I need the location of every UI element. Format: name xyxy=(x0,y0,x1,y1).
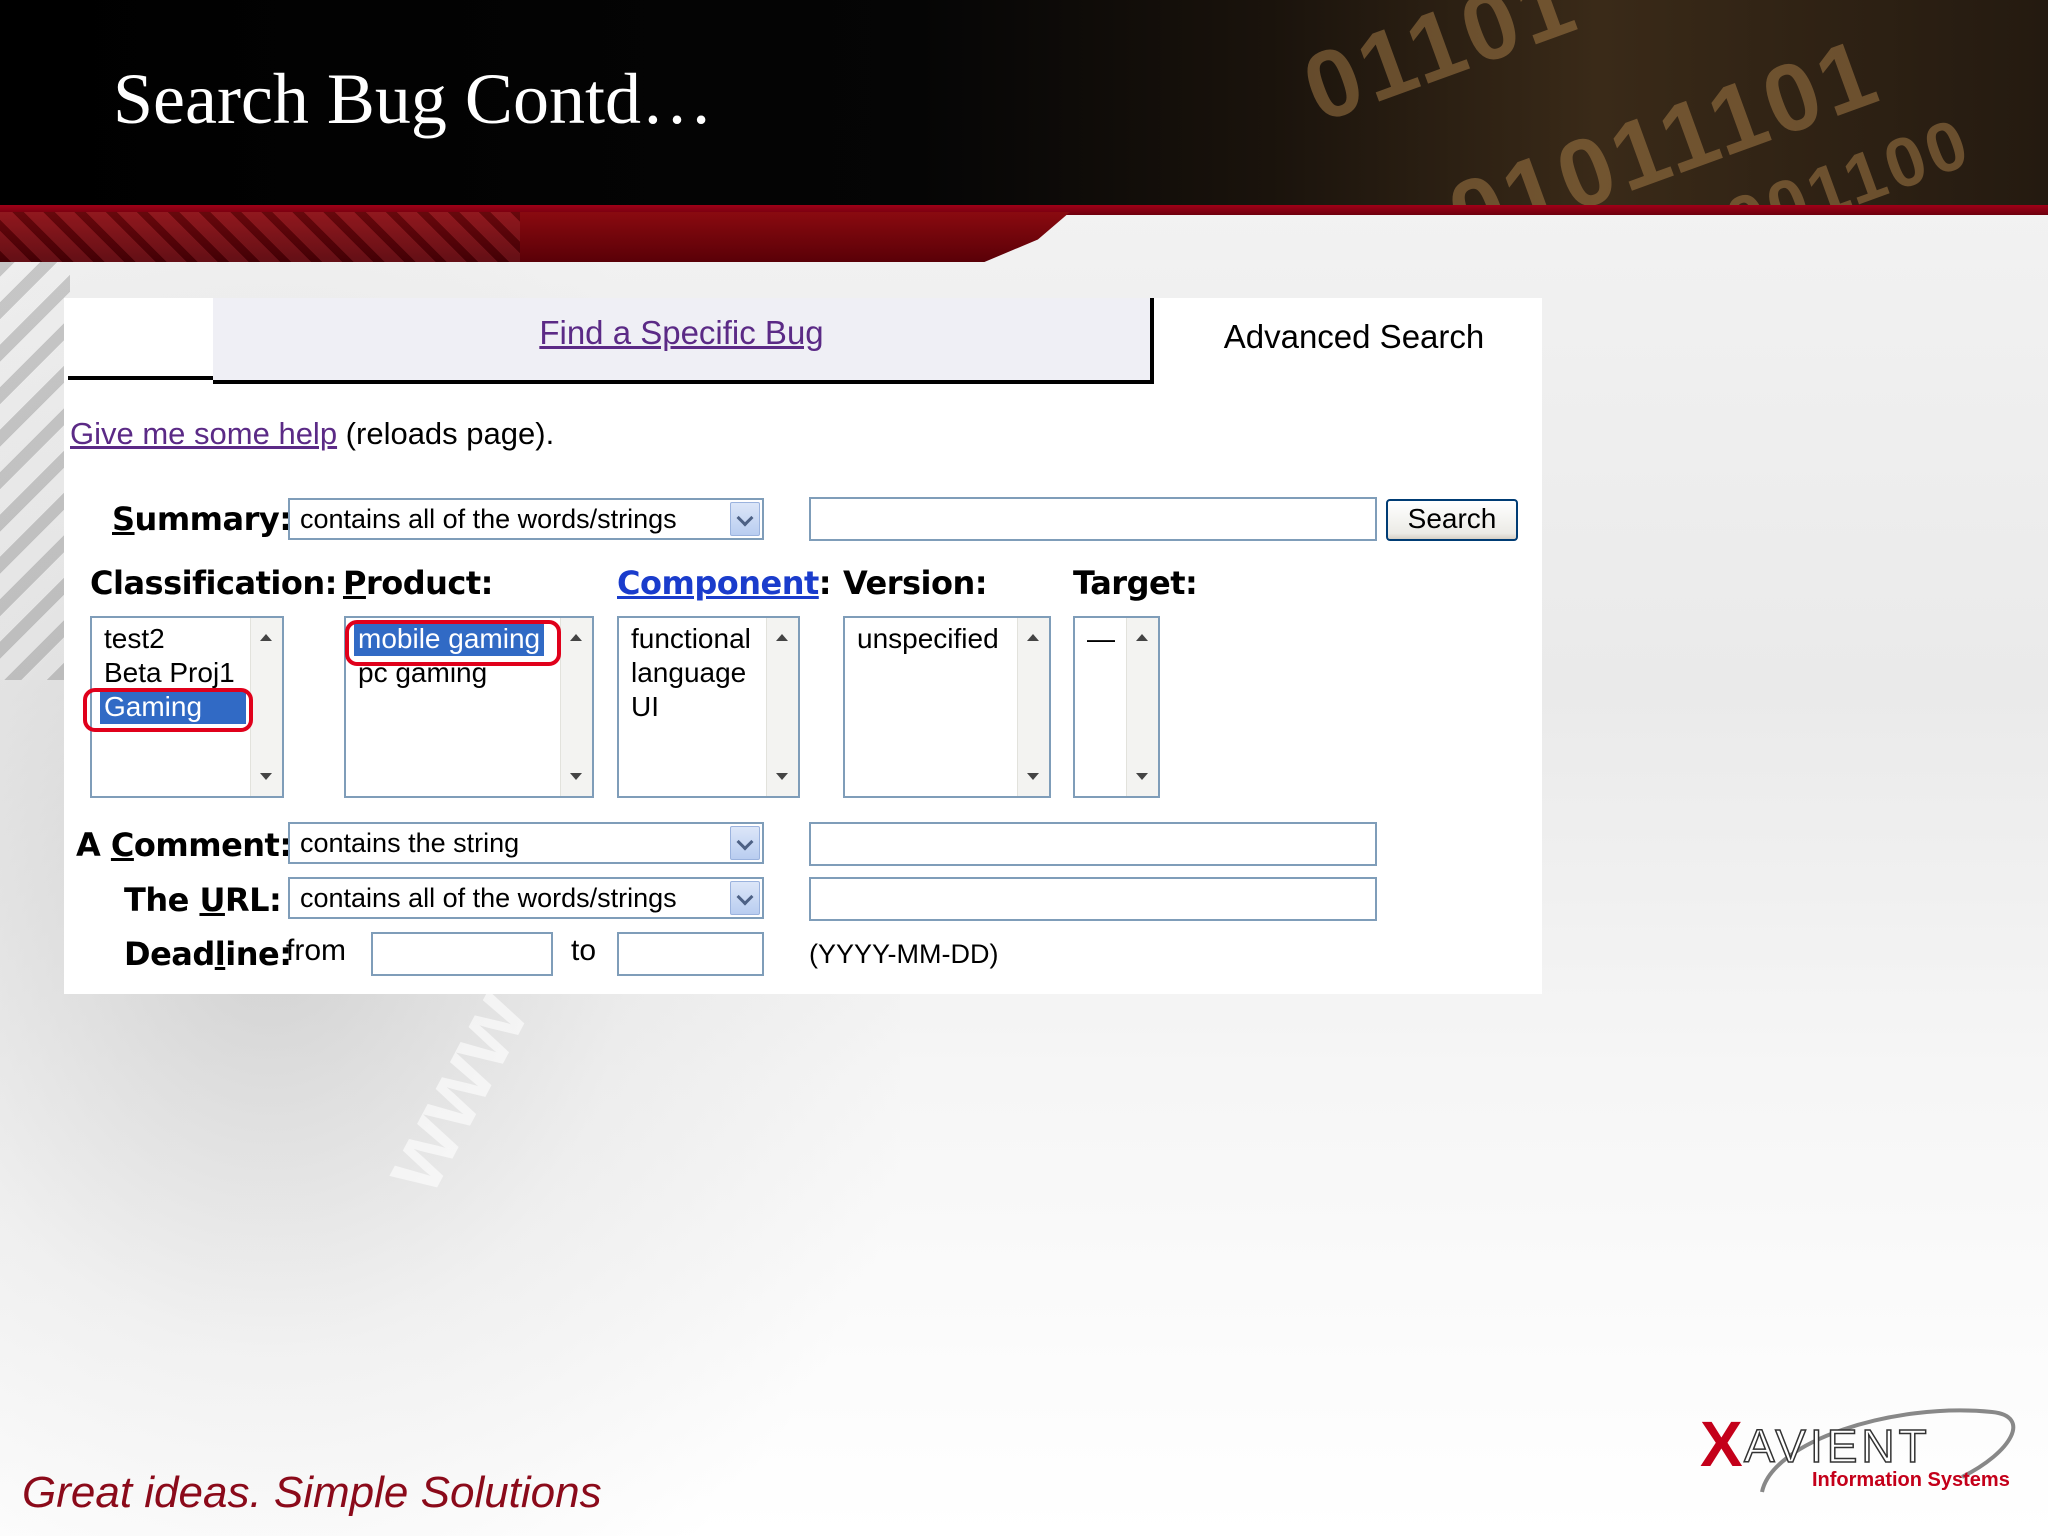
slide-tagline: Great ideas. Simple Solutions xyxy=(22,1468,602,1517)
deadline-label: Deadline: xyxy=(124,935,292,973)
list-item[interactable]: UI xyxy=(627,690,663,724)
comment-label-rest: omment: xyxy=(133,826,292,864)
product-listbox[interactable]: mobile gaming pc gaming xyxy=(344,616,594,798)
help-row: Give me some help (reloads page). xyxy=(70,416,554,452)
scroll-up-icon[interactable] xyxy=(1136,634,1148,641)
component-label-suffix: : xyxy=(818,564,832,602)
deadline-label-accel: l xyxy=(214,935,226,973)
chevron-down-icon[interactable] xyxy=(730,826,760,860)
list-item[interactable]: unspecified xyxy=(853,622,1003,656)
target-listbox[interactable]: — xyxy=(1073,616,1160,798)
url-operator-value: contains all of the words/strings xyxy=(300,883,677,913)
list-item[interactable]: — xyxy=(1083,622,1119,656)
scroll-down-icon[interactable] xyxy=(1136,773,1148,780)
summary-label-accel: S xyxy=(112,500,135,538)
list-item[interactable]: test2 xyxy=(100,622,169,656)
scrollbar[interactable] xyxy=(1017,618,1049,796)
find-specific-bug-link[interactable]: Find a Specific Bug xyxy=(213,314,1150,352)
url-operator-select[interactable]: contains all of the words/strings xyxy=(288,877,764,919)
header-red-wedge xyxy=(0,212,1070,262)
scroll-up-icon[interactable] xyxy=(260,634,272,641)
list-item[interactable]: Beta Proj1 xyxy=(100,656,239,690)
scroll-down-icon[interactable] xyxy=(260,773,272,780)
list-item[interactable]: pc gaming xyxy=(354,656,491,690)
scroll-up-icon[interactable] xyxy=(1027,634,1039,641)
url-label-rest: RL: xyxy=(224,881,282,919)
tab-divider xyxy=(68,376,213,380)
slide-header: 01101 01011101 1001100 Search Bug Contd… xyxy=(0,0,2048,205)
search-form-panel: Find a Specific Bug Advanced Search Give… xyxy=(64,298,1542,994)
url-label-accel: U xyxy=(199,881,225,919)
binary-decoration: 01101 01011101 1001100 xyxy=(1260,0,2048,205)
url-label: The URL: xyxy=(124,881,282,919)
help-suffix: (reloads page). xyxy=(337,416,555,451)
summary-label-rest: ummary: xyxy=(134,500,293,538)
component-label: Component: xyxy=(617,564,832,602)
chevron-down-icon[interactable] xyxy=(730,502,760,536)
scrollbar[interactable] xyxy=(560,618,592,796)
scroll-down-icon[interactable] xyxy=(1027,773,1039,780)
scroll-up-icon[interactable] xyxy=(570,634,582,641)
classification-label: Classification: xyxy=(90,564,337,602)
deadline-label-rest: ine: xyxy=(225,935,292,973)
component-listbox[interactable]: functional language UI xyxy=(617,616,800,798)
deadline-from-label: from xyxy=(286,934,346,967)
slide: www 01101 01011101 1001100 Search Bug Co… xyxy=(0,0,2048,1536)
help-link[interactable]: Give me some help xyxy=(70,416,337,451)
target-label: Target: xyxy=(1073,564,1198,602)
deadline-from-input[interactable] xyxy=(371,932,553,976)
comment-label: A Comment: xyxy=(76,826,292,864)
list-item-selected[interactable]: mobile gaming xyxy=(354,622,545,656)
comment-operator-select[interactable]: contains the string xyxy=(288,822,764,864)
binary-text: 01101 xyxy=(1290,0,1592,143)
xavient-logo: X AVIENT Information Systems xyxy=(1700,1408,2016,1493)
list-item[interactable]: functional xyxy=(627,622,755,656)
deadline-to-label: to xyxy=(571,934,597,967)
list-item-selected[interactable]: Gaming xyxy=(100,690,246,724)
scrollbar[interactable] xyxy=(1126,618,1158,796)
product-label-accel: P xyxy=(343,564,366,602)
comment-label-pre: A xyxy=(76,826,111,864)
slide-title: Search Bug Contd… xyxy=(113,59,713,139)
version-listbox[interactable]: unspecified xyxy=(843,616,1051,798)
search-button[interactable]: Search xyxy=(1386,499,1518,541)
comment-text-input[interactable] xyxy=(809,822,1377,866)
deadline-label-pre: Dead xyxy=(124,935,215,973)
url-text-input[interactable] xyxy=(809,877,1377,921)
tab-advanced-search[interactable]: Advanced Search xyxy=(1154,318,1554,356)
component-help-link[interactable]: Component xyxy=(617,564,819,602)
date-format-hint: (YYYY-MM-DD) xyxy=(809,939,999,969)
summary-operator-value: contains all of the words/strings xyxy=(300,504,677,534)
logo-subtitle: Information Systems xyxy=(1812,1469,2010,1491)
logo-x: X xyxy=(1700,1408,1743,1480)
scroll-up-icon[interactable] xyxy=(776,634,788,641)
summary-operator-select[interactable]: contains all of the words/strings xyxy=(288,498,764,540)
list-item[interactable]: language xyxy=(627,656,750,690)
product-label: Product: xyxy=(343,564,493,602)
product-label-rest: roduct: xyxy=(365,564,494,602)
classification-listbox[interactable]: test2 Beta Proj1 Gaming xyxy=(90,616,284,798)
summary-label: Summary: xyxy=(112,500,292,538)
comment-label-accel: C xyxy=(110,826,134,864)
tab-spacer xyxy=(68,298,213,380)
scrollbar[interactable] xyxy=(766,618,798,796)
tab-find-specific-bug[interactable]: Find a Specific Bug xyxy=(213,298,1154,384)
scrollbar[interactable] xyxy=(250,618,282,796)
scroll-down-icon[interactable] xyxy=(570,773,582,780)
logo-wordmark: AVIENT xyxy=(1744,1420,1931,1472)
deadline-to-input[interactable] xyxy=(617,932,764,976)
chevron-down-icon[interactable] xyxy=(730,881,760,915)
background-pattern xyxy=(0,260,70,680)
scroll-down-icon[interactable] xyxy=(776,773,788,780)
version-label: Version: xyxy=(843,564,988,602)
summary-text-input[interactable] xyxy=(809,497,1377,541)
comment-operator-value: contains the string xyxy=(300,828,520,858)
url-label-pre: The xyxy=(124,881,200,919)
